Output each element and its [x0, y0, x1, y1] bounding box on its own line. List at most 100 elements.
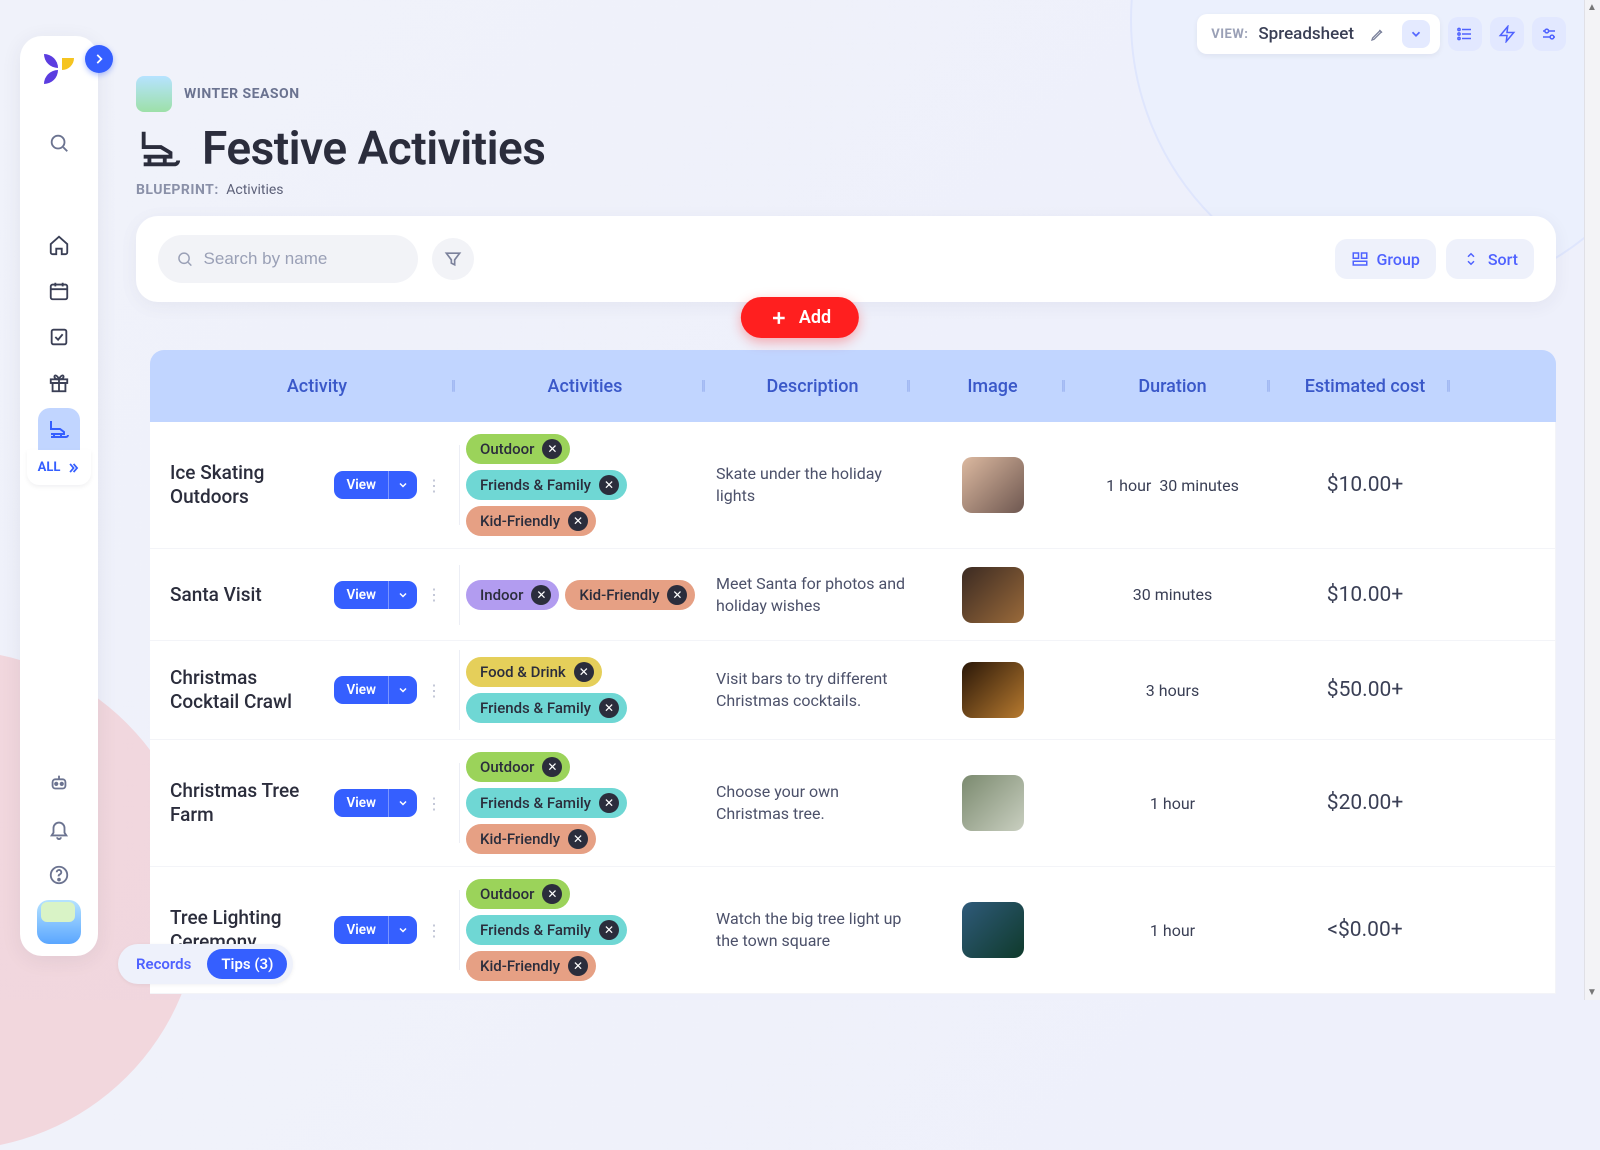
filter-icon[interactable] [432, 238, 474, 280]
tab-records[interactable]: Records [124, 949, 203, 979]
chevron-down-icon[interactable] [388, 471, 417, 499]
tag-ff[interactable]: Friends & Family✕ [466, 693, 627, 723]
expand-sidebar-button[interactable] [85, 45, 113, 73]
activity-title: Ice Skating Outdoors [170, 461, 320, 509]
checkbox-icon[interactable] [38, 316, 80, 358]
workspace-avatar[interactable] [37, 900, 81, 944]
group-icon [1351, 250, 1369, 268]
view-label: View [334, 682, 388, 698]
tag-ff[interactable]: Friends & Family✕ [466, 470, 627, 500]
col-image[interactable]: Image|| [915, 376, 1070, 397]
search-icon[interactable] [38, 122, 80, 164]
group-button[interactable]: Group [1335, 239, 1436, 279]
robot-icon[interactable] [38, 762, 80, 804]
more-icon[interactable]: ⋮ [423, 471, 445, 499]
image-thumbnail[interactable] [962, 457, 1024, 513]
tag-kid[interactable]: Kid-Friendly✕ [565, 580, 695, 610]
drag-handle-icon[interactable]: || [906, 378, 909, 394]
tag-ff[interactable]: Friends & Family✕ [466, 915, 627, 945]
blueprint-value[interactable]: Activities [226, 182, 283, 198]
remove-tag-icon[interactable]: ✕ [599, 920, 619, 940]
remove-tag-icon[interactable]: ✕ [568, 829, 588, 849]
home-icon[interactable] [38, 224, 80, 266]
tag-kid[interactable]: Kid-Friendly✕ [466, 506, 596, 536]
chevron-down-icon[interactable] [388, 789, 417, 817]
col-tags[interactable]: Activities|| [460, 376, 710, 397]
remove-tag-icon[interactable]: ✕ [599, 793, 619, 813]
more-icon[interactable]: ⋮ [423, 581, 445, 609]
calendar-icon[interactable] [38, 270, 80, 312]
image-thumbnail[interactable] [962, 902, 1024, 958]
tag-outdoor[interactable]: Outdoor✕ [466, 879, 570, 909]
skate-icon[interactable] [38, 408, 80, 450]
blueprint-line: BLUEPRINT: Activities [136, 182, 1540, 198]
col-cost[interactable]: Estimated cost|| [1275, 376, 1455, 397]
gift-icon[interactable] [38, 362, 80, 404]
remove-tag-icon[interactable]: ✕ [568, 956, 588, 976]
sliders-icon[interactable] [1532, 17, 1566, 51]
pencil-icon[interactable] [1364, 20, 1392, 48]
chevron-down-icon[interactable] [388, 676, 417, 704]
controls-bar: Group Sort [136, 216, 1556, 302]
image-thumbnail[interactable] [962, 662, 1024, 718]
remove-tag-icon[interactable]: ✕ [574, 662, 594, 682]
more-icon[interactable]: ⋮ [423, 789, 445, 817]
drag-handle-icon[interactable]: || [1061, 378, 1064, 394]
cost-cell: <$0.00+ [1275, 902, 1455, 958]
remove-tag-icon[interactable]: ✕ [568, 511, 588, 531]
drag-handle-icon[interactable]: || [1266, 378, 1269, 394]
remove-tag-icon[interactable]: ✕ [531, 585, 551, 605]
col-activity[interactable]: Activity|| [150, 376, 460, 397]
app-logo[interactable] [44, 54, 74, 84]
more-icon[interactable]: ⋮ [423, 676, 445, 704]
lightning-icon[interactable] [1490, 17, 1524, 51]
search-input-wrap[interactable] [158, 235, 418, 283]
remove-tag-icon[interactable]: ✕ [599, 475, 619, 495]
tag-outdoor[interactable]: Outdoor✕ [466, 434, 570, 464]
col-duration[interactable]: Duration|| [1070, 376, 1275, 397]
tag-ff[interactable]: Friends & Family✕ [466, 788, 627, 818]
view-selector[interactable]: VIEW: Spreadsheet [1197, 14, 1440, 54]
tag-outdoor[interactable]: Outdoor✕ [466, 752, 570, 782]
chevron-down-icon[interactable] [1402, 20, 1430, 48]
view-record-button[interactable]: View [334, 916, 417, 944]
view-record-button[interactable]: View [334, 471, 417, 499]
activity-title: Christmas Tree Farm [170, 779, 320, 827]
tag-kid[interactable]: Kid-Friendly✕ [466, 824, 596, 854]
scrollbar[interactable]: ▲ ▼ [1584, 0, 1600, 1000]
image-thumbnail[interactable] [962, 567, 1024, 623]
view-record-button[interactable]: View [334, 581, 417, 609]
list-view-icon[interactable] [1448, 17, 1482, 51]
remove-tag-icon[interactable]: ✕ [542, 757, 562, 777]
tab-tips[interactable]: Tips (3) [207, 949, 287, 979]
sort-button[interactable]: Sort [1446, 239, 1534, 279]
remove-tag-icon[interactable]: ✕ [667, 585, 687, 605]
chevron-down-icon[interactable] [388, 581, 417, 609]
help-icon[interactable] [38, 854, 80, 896]
view-record-button[interactable]: View [334, 676, 417, 704]
table-row: Christmas Cocktail Crawl View ⋮ Food & D… [150, 641, 1556, 740]
view-record-button[interactable]: View [334, 789, 417, 817]
add-button[interactable]: Add [741, 297, 859, 338]
tag-food[interactable]: Food & Drink✕ [466, 657, 602, 687]
description-cell: Skate under the holiday lights [710, 447, 915, 522]
sidebar-all[interactable]: ALL [27, 450, 91, 485]
bell-icon[interactable] [38, 808, 80, 850]
scroll-up-icon[interactable]: ▲ [1587, 2, 1597, 13]
drag-handle-icon[interactable]: || [451, 378, 454, 394]
more-icon[interactable]: ⋮ [423, 916, 445, 944]
table-row: Christmas Tree Farm View ⋮ Outdoor✕ Frien… [150, 740, 1556, 867]
chevron-down-icon[interactable] [388, 916, 417, 944]
image-thumbnail[interactable] [962, 775, 1024, 831]
drag-handle-icon[interactable]: || [701, 378, 704, 394]
remove-tag-icon[interactable]: ✕ [542, 439, 562, 459]
scroll-down-icon[interactable]: ▼ [1587, 987, 1597, 998]
tag-kid[interactable]: Kid-Friendly✕ [466, 951, 596, 981]
tag-indoor[interactable]: Indoor✕ [466, 580, 559, 610]
remove-tag-icon[interactable]: ✕ [599, 698, 619, 718]
search-input[interactable] [204, 249, 400, 269]
col-description[interactable]: Description|| [710, 376, 915, 397]
remove-tag-icon[interactable]: ✕ [542, 884, 562, 904]
drag-handle-icon[interactable]: || [1446, 378, 1449, 394]
breadcrumb[interactable]: WINTER SEASON [136, 76, 1540, 112]
